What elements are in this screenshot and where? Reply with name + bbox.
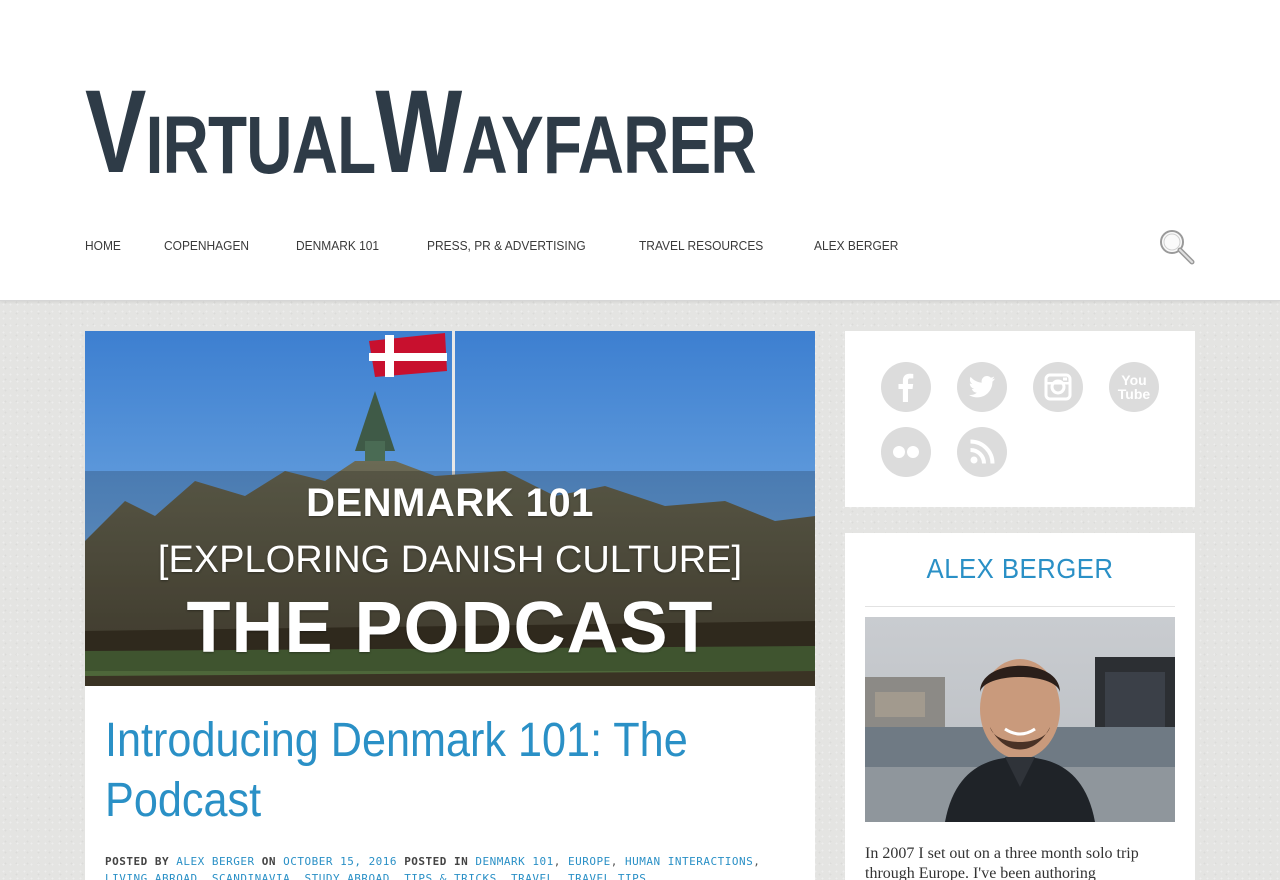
nav-item-copenhagen[interactable]: COPENHAGEN — [164, 238, 249, 256]
instagram-icon[interactable] — [1033, 362, 1083, 412]
nav-item-denmark-101[interactable]: DENMARK 101 — [296, 238, 379, 256]
youtube-label-you: You — [1121, 371, 1147, 388]
post-title[interactable]: Introducing Denmark 101: The Podcast — [105, 711, 771, 831]
post-featured-image[interactable]: DENMARK 101 [EXPLORING DANISH CULTURE] T… — [85, 331, 815, 686]
on-label: ON — [261, 855, 276, 868]
site-header: V irtual W ayfarer HOME COPENHAGEN DENMA… — [0, 0, 1280, 301]
rss-icon[interactable] — [957, 427, 1007, 477]
category-link[interactable]: TRAVEL — [511, 872, 554, 880]
category-link[interactable]: STUDY ABROAD — [304, 872, 389, 880]
post-author-link[interactable]: ALEX BERGER — [176, 855, 254, 868]
nav-item-travel-resources[interactable]: TRAVEL RESOURCES — [639, 238, 763, 256]
site-logo[interactable]: V irtual W ayfarer — [85, 66, 757, 198]
about-widget: ALEX BERGER In 2007 I set out on a three… — [845, 533, 1195, 880]
post-date-link[interactable]: OCTOBER 15, 2016 — [283, 855, 397, 868]
hero-line-1: DENMARK 101 — [306, 481, 594, 525]
about-text: In 2007 I set out on a three month solo … — [865, 845, 1139, 880]
divider — [865, 606, 1175, 607]
category-link[interactable]: EUROPE — [568, 855, 611, 868]
facebook-icon[interactable] — [881, 362, 931, 412]
category-link[interactable]: LIVING ABROAD — [105, 872, 198, 880]
posted-in-label: POSTED IN — [404, 855, 469, 868]
category-link[interactable]: TRAVEL TIPS — [568, 872, 646, 880]
youtube-label-tube: Tube — [1117, 385, 1151, 402]
logo-text-ayfarer: ayfarer — [461, 100, 757, 191]
post-meta: POSTED BY ALEX BERGER ON OCTOBER 15, 201… — [105, 853, 795, 880]
category-link[interactable]: DENMARK 101 — [475, 855, 553, 868]
logo-text-irtual: irtual — [145, 100, 377, 191]
nav-item-press[interactable]: PRESS, PR & ADVERTISING — [427, 238, 586, 256]
youtube-icon[interactable]: You Tube — [1109, 362, 1159, 412]
twitter-icon[interactable] — [957, 362, 1007, 412]
search-icon[interactable] — [1158, 228, 1196, 266]
logo-letter-w: W — [375, 66, 462, 198]
social-widget: You Tube — [845, 331, 1195, 507]
category-link[interactable]: HUMAN INTERACTIONS — [625, 855, 753, 868]
posted-by-label: POSTED BY — [105, 855, 170, 868]
main-nav: HOME COPENHAGEN DENMARK 101 PRESS, PR & … — [85, 238, 946, 256]
flickr-icon[interactable] — [881, 427, 931, 477]
category-link[interactable]: SCANDINAVIA — [212, 872, 290, 880]
category-link[interactable]: TIPS & TRICKS — [404, 872, 497, 880]
post-card: DENMARK 101 [EXPLORING DANISH CULTURE] T… — [85, 331, 815, 880]
author-photo — [865, 617, 1175, 822]
about-title: ALEX BERGER — [926, 553, 1114, 584]
hero-line-2: [EXPLORING DANISH CULTURE] — [157, 539, 743, 581]
hero-line-3: THE PODCAST — [186, 588, 714, 668]
nav-item-home[interactable]: HOME — [85, 238, 121, 256]
logo-letter-v: V — [85, 66, 146, 198]
nav-item-alex-berger[interactable]: ALEX BERGER — [814, 238, 898, 256]
